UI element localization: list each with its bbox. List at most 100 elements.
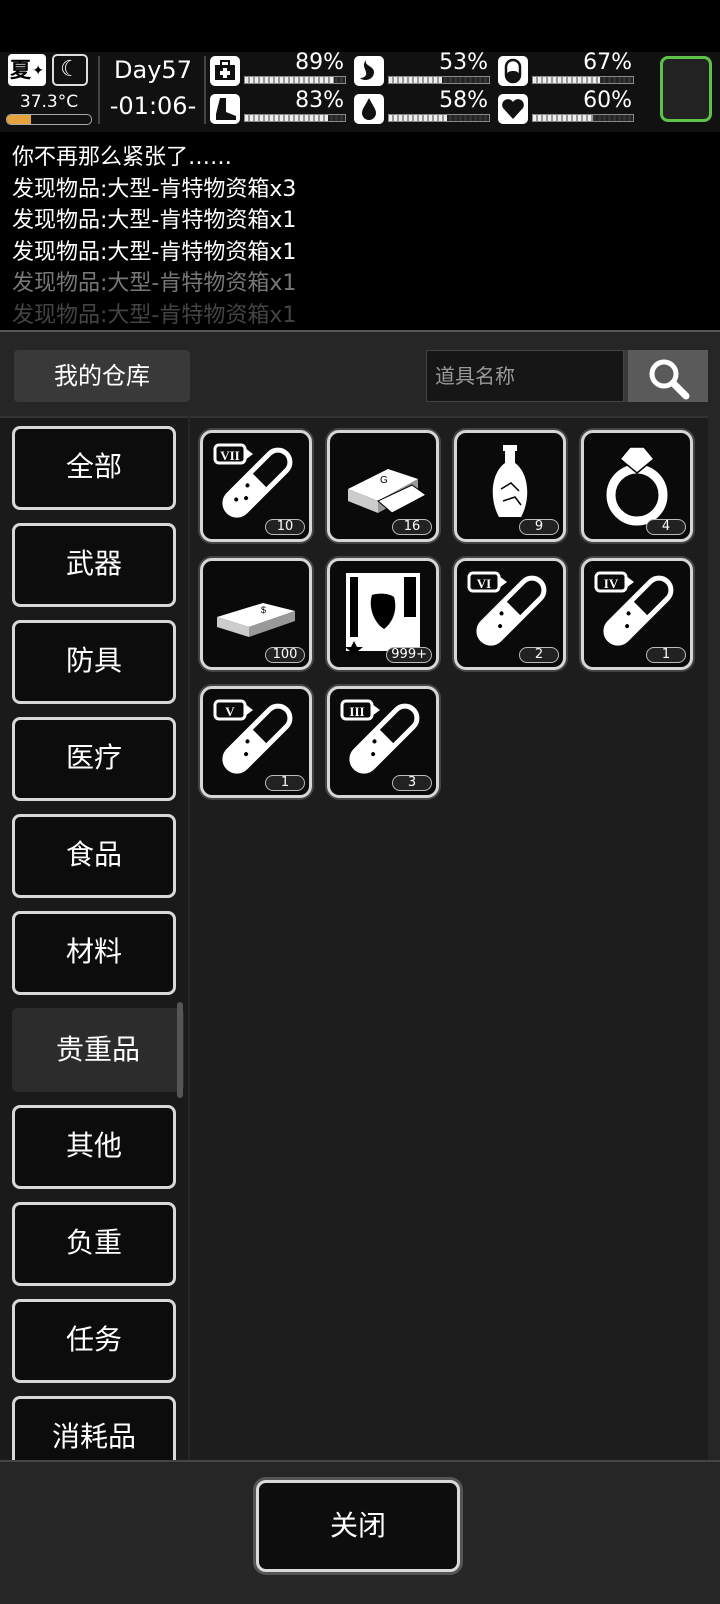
item-count: 3 xyxy=(392,775,432,791)
pill-icon xyxy=(498,56,528,86)
thirst-value: 58% xyxy=(439,88,488,113)
item-slot[interactable]: VI 2 xyxy=(454,558,566,670)
category-consumables[interactable]: 消耗品 xyxy=(12,1396,176,1462)
test-tube-iv-icon: IV xyxy=(594,571,674,646)
stamina-value: 83% xyxy=(295,88,344,113)
category-other[interactable]: 其他 xyxy=(12,1105,176,1189)
item-slot[interactable]: $ 100 xyxy=(200,558,312,670)
item-slot[interactable]: 999+ xyxy=(327,558,439,670)
log-line: 发现物品:大型-肯特物资箱x1 xyxy=(12,208,297,233)
close-button[interactable]: 关闭 xyxy=(256,1480,460,1572)
day-counter: Day57 xyxy=(114,56,192,84)
cash-stack-icon: $ xyxy=(217,603,295,637)
water-drop-icon xyxy=(354,94,384,124)
temperature-bar xyxy=(6,114,92,125)
test-tube-vi-icon: VI xyxy=(467,571,547,646)
item-count: 10 xyxy=(265,519,305,535)
category-all[interactable]: 全部 xyxy=(12,426,176,510)
search-icon xyxy=(649,359,690,400)
item-count: 2 xyxy=(519,647,559,663)
hunger-value: 53% xyxy=(439,50,488,75)
item-slot[interactable]: G 16 xyxy=(327,430,439,542)
panel-footer: 关闭 xyxy=(0,1460,720,1604)
log-line: 发现物品:大型-肯特物资箱x3 xyxy=(12,176,297,202)
heart-icon xyxy=(498,94,528,124)
item-count: 1 xyxy=(265,775,305,791)
svg-text:G: G xyxy=(380,475,388,486)
moon-icon: ☾ xyxy=(52,54,88,86)
health-bar xyxy=(244,76,346,84)
item-count: 4 xyxy=(646,519,686,535)
health-bar-fill xyxy=(245,77,334,83)
item-slot[interactable]: V 1 xyxy=(200,686,312,798)
hunger-stat: 53% xyxy=(354,50,492,88)
svg-text:$: $ xyxy=(261,605,266,615)
message-log: 你不再那么紧张了…… 发现物品:大型-肯特物资箱x3 发现物品:大型-肯特物资箱… xyxy=(12,142,712,324)
stamina-bar xyxy=(244,114,346,122)
category-food[interactable]: 食品 xyxy=(12,814,176,898)
item-count: 999+ xyxy=(386,647,432,663)
temperature-bar-fill xyxy=(7,115,31,124)
medicine-stat: 67% xyxy=(498,50,636,88)
test-tube-vii-icon: VII xyxy=(213,443,293,518)
equipment-slot[interactable] xyxy=(660,56,712,122)
item-slot[interactable]: 9 xyxy=(454,430,566,542)
item-grid: VII 10 G 16 9 4 $ 100 999+ VI 2 IV 1 V 1… xyxy=(190,416,708,1462)
category-load[interactable]: 负重 xyxy=(12,1202,176,1286)
category-scroll-indicator[interactable] xyxy=(177,1002,183,1098)
divider xyxy=(204,56,206,124)
medicine-bar xyxy=(532,76,634,84)
category-weapons[interactable]: 武器 xyxy=(12,523,176,607)
health-stat: 89% xyxy=(210,50,348,88)
foot-icon xyxy=(210,94,240,124)
item-count: 16 xyxy=(392,519,432,535)
item-count: 1 xyxy=(646,647,686,663)
stamina-bar-fill xyxy=(245,115,328,121)
test-tube-iii-icon: III xyxy=(340,699,420,774)
item-slot[interactable]: IV 1 xyxy=(581,558,693,670)
log-line: 发现物品:大型-肯特物资箱x1 xyxy=(12,239,297,265)
item-slot[interactable]: 4 xyxy=(581,430,693,542)
mood-value: 60% xyxy=(583,88,632,113)
category-medical[interactable]: 医疗 xyxy=(12,717,176,801)
roman-label: VII xyxy=(220,448,240,463)
vase-icon xyxy=(492,445,528,517)
log-line: 你不再那么紧张了…… xyxy=(12,145,233,170)
temperature-value: 37.3°C xyxy=(19,92,79,112)
gold-bars-icon: G xyxy=(348,469,427,514)
health-value: 89% xyxy=(295,50,344,75)
health-icon xyxy=(210,56,240,86)
hunger-bar-fill xyxy=(389,77,442,83)
warehouse-panel: 我的仓库 全部 武器 防具 医疗 食品 材料 贵重品 其他 负重 任务 消耗品 … xyxy=(0,330,720,1604)
roman-label: IV xyxy=(604,576,619,591)
mood-stat: 60% xyxy=(498,88,636,126)
medicine-bar-fill xyxy=(533,77,600,83)
stomach-icon xyxy=(354,56,384,86)
season-label: 夏 xyxy=(10,58,31,82)
panel-title: 我的仓库 xyxy=(14,350,190,402)
status-hud: 夏 ✦ ☾ 37.3°C Day57 -01:06- 89% 53% 67% 83… xyxy=(0,50,720,132)
item-slot[interactable]: VII 10 xyxy=(200,430,312,542)
category-valuables[interactable]: 贵重品 xyxy=(12,1008,184,1092)
roman-label: VI xyxy=(477,576,491,591)
log-line: 发现物品:大型-肯特物资箱x1 xyxy=(12,302,297,325)
search-button[interactable] xyxy=(628,350,708,402)
category-list: 全部 武器 防具 医疗 食品 材料 贵重品 其他 负重 任务 消耗品 xyxy=(0,416,188,1462)
category-quest[interactable]: 任务 xyxy=(12,1299,176,1383)
roman-label: III xyxy=(349,704,364,719)
hunger-bar xyxy=(388,76,490,84)
search-input[interactable] xyxy=(426,350,624,402)
item-slot[interactable]: III 3 xyxy=(327,686,439,798)
roman-label: V xyxy=(225,704,235,719)
diamond-ring-icon xyxy=(606,446,668,526)
search-bar xyxy=(426,350,708,402)
item-count: 9 xyxy=(519,519,559,535)
thirst-bar-fill xyxy=(389,115,447,121)
log-line: 发现物品:大型-肯特物资箱x1 xyxy=(12,271,297,296)
category-materials[interactable]: 材料 xyxy=(12,911,176,995)
category-armor[interactable]: 防具 xyxy=(12,620,176,704)
divider xyxy=(98,56,100,124)
medicine-value: 67% xyxy=(583,50,632,75)
mood-bar-fill xyxy=(533,115,593,121)
stamina-stat: 83% xyxy=(210,88,348,126)
